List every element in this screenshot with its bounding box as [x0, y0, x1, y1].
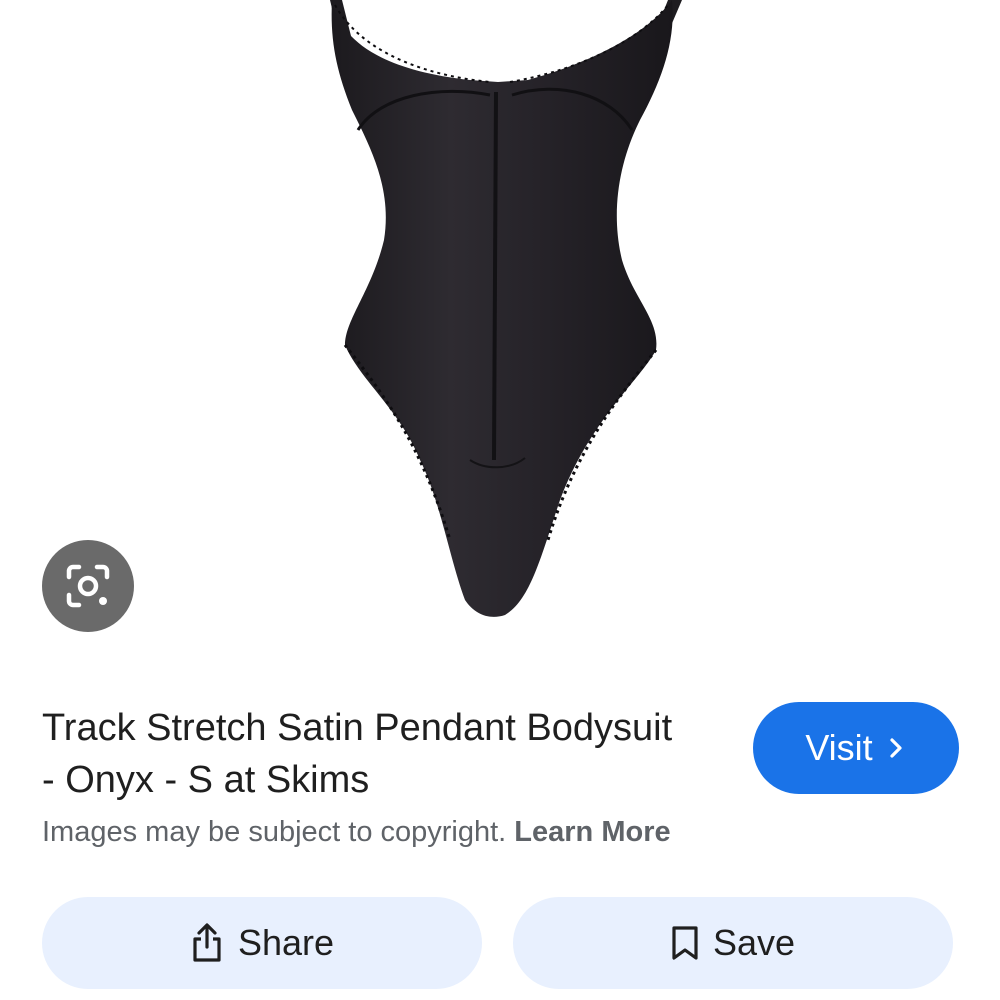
product-image-area[interactable]: [0, 0, 1000, 640]
lens-search-button[interactable]: [42, 540, 134, 632]
share-button[interactable]: Share: [42, 897, 482, 989]
learn-more-link[interactable]: Learn More: [514, 816, 670, 848]
save-button[interactable]: Save: [513, 897, 953, 989]
visit-label: Visit: [805, 727, 873, 768]
share-label: Share: [237, 922, 335, 963]
copyright-text: Images may be subject to copyright.: [42, 816, 515, 848]
share-icon: [193, 923, 221, 962]
visit-button[interactable]: Visit: [753, 702, 959, 794]
camera-lens-icon: [66, 564, 110, 608]
product-title: Track Stretch Satin Pendant Bodysuit - O…: [42, 707, 673, 801]
bodysuit-product-image[interactable]: [0, 0, 1000, 640]
image-result-screen: Track Stretch Satin Pendant Bodysuit - O…: [0, 0, 1000, 1000]
copyright-notice: Images may be subject to copyright. Lear…: [42, 816, 671, 849]
bookmark-icon: [672, 926, 698, 960]
chevron-right-icon: [890, 738, 902, 758]
save-label: Save: [712, 922, 796, 963]
